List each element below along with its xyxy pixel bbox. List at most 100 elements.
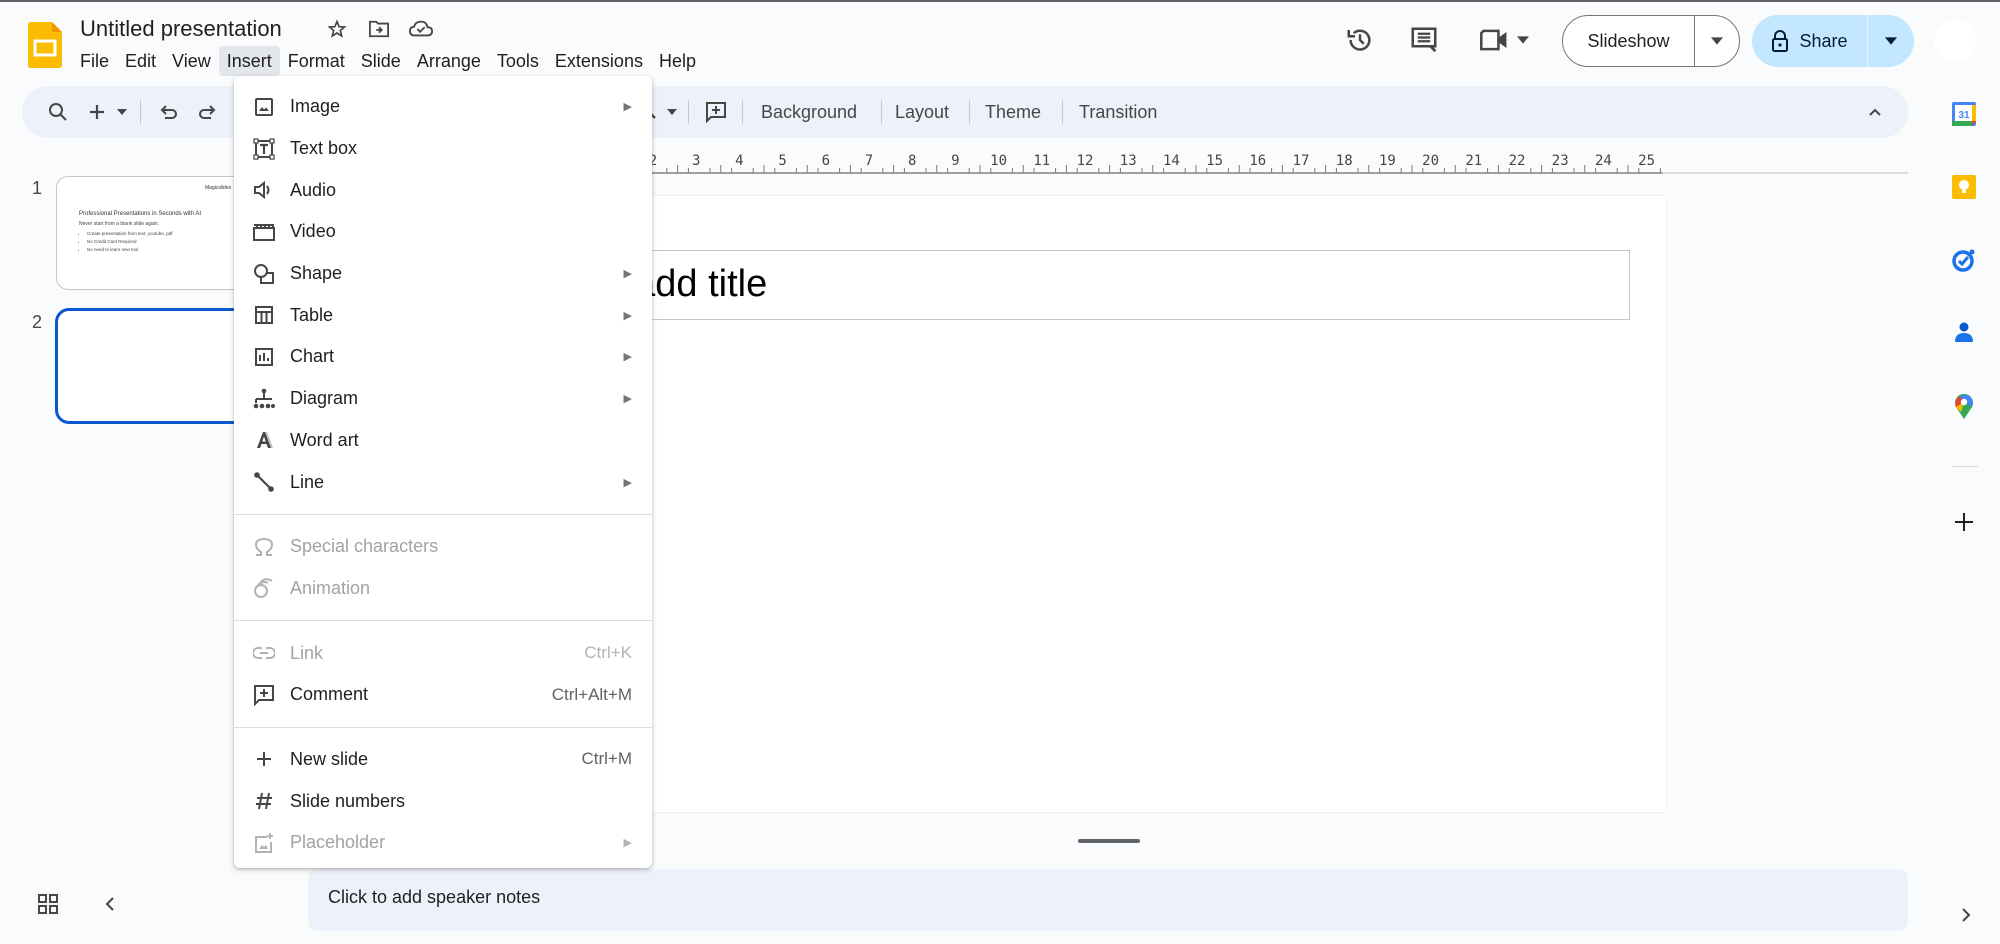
speaker-notes[interactable]: Click to add speaker notes [308, 869, 1908, 931]
get-addons-plus-icon[interactable] [1948, 506, 1980, 538]
side-panel-divider [1952, 466, 1978, 467]
document-title[interactable]: Untitled presentation [80, 16, 282, 42]
menu-separator [234, 620, 652, 622]
version-history-icon[interactable] [1342, 22, 1378, 58]
cloud-saved-icon[interactable] [408, 16, 434, 42]
add-comment-icon[interactable] [698, 86, 734, 138]
menu-item-animation: Animation [234, 568, 652, 610]
ruler-number: 5 [778, 153, 786, 169]
submenu-arrow-icon: ▶ [623, 351, 632, 364]
menu-item-label: Shape [290, 263, 343, 284]
notes-resize-handle[interactable] [1078, 839, 1140, 843]
menu-item-label: Slide numbers [290, 790, 406, 811]
menu-item-label: Video [290, 221, 336, 242]
ruler-number: 6 [822, 153, 830, 169]
contacts-icon[interactable] [1948, 317, 1980, 349]
audio-icon [252, 178, 276, 202]
keep-icon[interactable] [1948, 171, 1980, 203]
collapse-filmstrip-icon[interactable] [96, 890, 124, 918]
chart-icon [252, 345, 276, 369]
thumb-bullet: No need to learn new tool [87, 247, 173, 252]
toolbar-divider [742, 100, 743, 124]
collapse-toolbar-icon[interactable] [1860, 86, 1890, 138]
menu-item-table[interactable]: Table ▶ [234, 294, 652, 336]
menu-item-placeholder: Placeholder ▶ [234, 822, 652, 864]
theme-button[interactable]: Theme [985, 86, 1041, 138]
new-slide-dropdown-icon[interactable] [112, 86, 132, 138]
menu-tools[interactable]: Tools [489, 46, 547, 76]
link-icon [252, 641, 276, 665]
menu-item-new-slide[interactable]: New slide Ctrl+M [234, 739, 652, 781]
account-avatar[interactable] [1934, 20, 1976, 62]
menu-extensions[interactable]: Extensions [547, 46, 651, 76]
comments-icon[interactable] [1406, 22, 1442, 58]
menu-edit[interactable]: Edit [117, 46, 164, 76]
maps-icon[interactable] [1948, 390, 1980, 422]
slideshow-dropdown[interactable] [1695, 16, 1739, 66]
menu-item-audio[interactable]: Audio [234, 169, 652, 211]
calendar-icon[interactable]: 31 [1948, 98, 1980, 130]
menu-help[interactable]: Help [651, 46, 704, 76]
menu-arrange[interactable]: Arrange [409, 46, 489, 76]
menu-item-label: Link [290, 642, 324, 663]
shape-icon [252, 262, 276, 286]
video-camera-icon [1480, 29, 1507, 51]
menu-item-video[interactable]: Video [234, 211, 652, 253]
move-folder-icon[interactable] [366, 16, 392, 42]
ruler-number: 12 [1077, 153, 1094, 169]
menu-file[interactable]: File [72, 46, 117, 76]
meet-button[interactable] [1474, 22, 1534, 58]
menu-item-label: Diagram [290, 388, 359, 409]
menu-item-shortcut: Ctrl+M [581, 749, 632, 769]
menu-item-shape[interactable]: Shape ▶ [234, 253, 652, 295]
share-button[interactable]: Share [1752, 15, 1868, 67]
search-menus-icon[interactable] [38, 86, 78, 138]
menu-insert[interactable]: Insert [218, 46, 280, 76]
menu-item-line[interactable]: Line ▶ [234, 461, 652, 503]
line-tool-dropdown-icon[interactable] [662, 86, 682, 138]
ruler-number: 16 [1249, 153, 1266, 169]
menu-item-text-box[interactable]: Text box [234, 128, 652, 170]
redo-icon[interactable] [190, 86, 226, 138]
layout-button[interactable]: Layout [895, 86, 949, 138]
toolbar-divider [140, 100, 141, 124]
horizontal-ruler: 2 3 4 5 6 7 8 9 10 11 12 13 14 15 16 17 18 19 20 21 22 23 24 25 [640, 153, 1908, 174]
ruler-number: 3 [692, 153, 700, 169]
ruler-number: 25 [1638, 153, 1655, 169]
menu-item-special-characters: Special characters [234, 526, 652, 568]
menu-item-slide-numbers[interactable]: Slide numbers [234, 780, 652, 822]
new-slide-plus-icon[interactable] [82, 86, 112, 138]
menu-item-comment[interactable]: Comment Ctrl+Alt+M [234, 674, 652, 716]
thumb-bullet: No Credit Card Required [87, 239, 173, 244]
caret-down-icon [1885, 37, 1897, 45]
menu-item-shortcut: Ctrl+K [584, 643, 632, 663]
menu-item-label: Comment [290, 684, 369, 705]
menu-item-image[interactable]: Image ▶ [234, 86, 652, 128]
tasks-icon[interactable] [1948, 244, 1980, 276]
menu-item-label: Word art [290, 429, 359, 450]
background-button[interactable]: Background [761, 86, 857, 138]
caret-down-icon [1711, 37, 1723, 45]
thumb-logo: Magicslides [205, 185, 232, 191]
expand-side-panel-icon[interactable] [1956, 902, 1976, 928]
title-placeholder[interactable]: Click to add title [499, 250, 1630, 320]
video-icon [252, 220, 276, 244]
ruler-number: 18 [1336, 153, 1353, 169]
undo-icon[interactable] [150, 86, 186, 138]
image-icon [252, 95, 276, 119]
share-dropdown[interactable] [1868, 15, 1914, 67]
transition-button[interactable]: Transition [1079, 86, 1157, 138]
menu-slide[interactable]: Slide [353, 46, 409, 76]
menu-item-diagram[interactable]: Diagram ▶ [234, 378, 652, 420]
menu-view[interactable]: View [164, 46, 219, 76]
star-icon[interactable] [324, 16, 350, 42]
slideshow-button[interactable]: Slideshow [1563, 16, 1695, 66]
ruler-number: 14 [1163, 153, 1180, 169]
menu-item-word-art[interactable]: Word art [234, 420, 652, 462]
grid-view-icon[interactable] [34, 890, 62, 918]
window-top-border [0, 0, 2000, 2]
slides-logo-icon[interactable] [28, 22, 62, 68]
menu-format[interactable]: Format [280, 46, 353, 76]
menu-item-chart[interactable]: Chart ▶ [234, 336, 652, 378]
slide-number: 2 [32, 312, 43, 332]
